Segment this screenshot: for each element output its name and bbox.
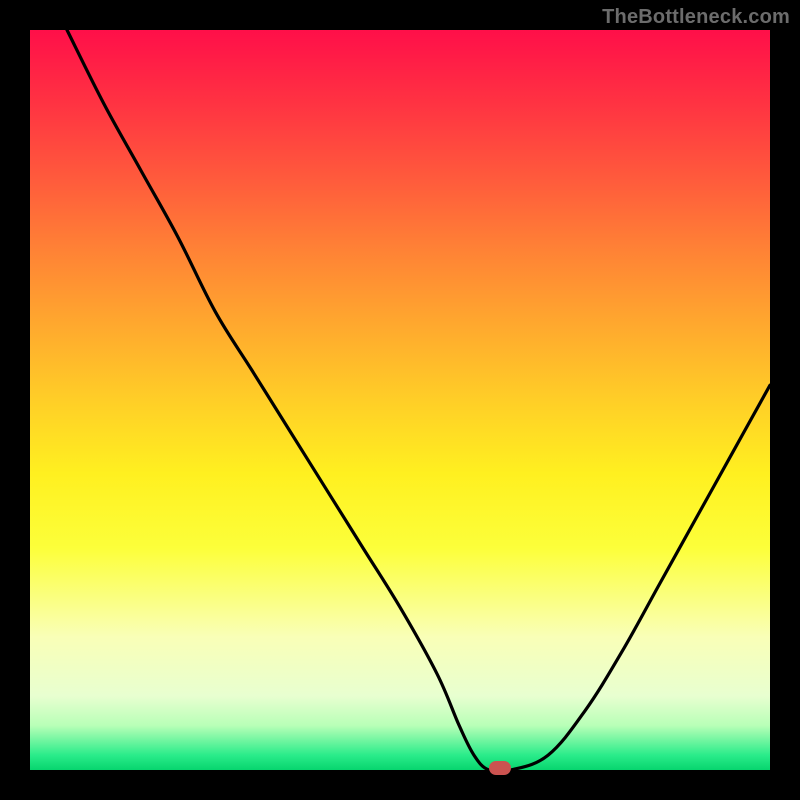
optimum-marker: [489, 761, 511, 775]
bottleneck-curve: [67, 30, 770, 772]
watermark-text: TheBottleneck.com: [602, 6, 790, 29]
chart-container: TheBottleneck.com: [0, 0, 800, 800]
curve-svg: [30, 30, 770, 770]
